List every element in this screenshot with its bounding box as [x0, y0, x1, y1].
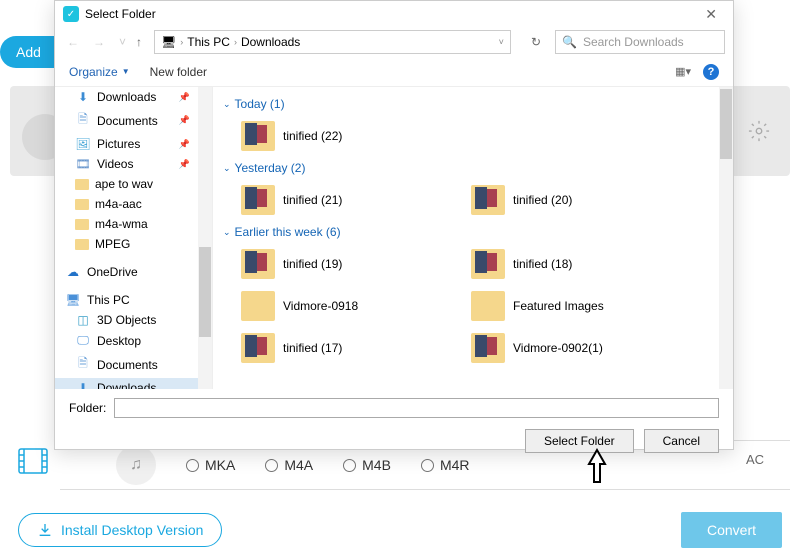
sidebar-item[interactable]: ◫3D Objects: [55, 310, 212, 330]
chevron-down-icon: ▼: [122, 67, 130, 76]
sidebar-item[interactable]: 🗎Documents: [55, 351, 212, 378]
cancel-button[interactable]: Cancel: [644, 429, 719, 453]
chevron-down-icon: ⌄: [223, 163, 231, 174]
chevron-right-icon: ›: [234, 37, 237, 47]
app-icon: ✓: [63, 6, 79, 22]
folder-item[interactable]: Vidmore-0902(1): [453, 327, 683, 369]
select-folder-dialog: ✓ Select Folder ✕ ← → ˅ ↑ 🖥 › This PC › …: [54, 0, 734, 450]
breadcrumb[interactable]: 🖥 › This PC › Downloads ˅: [154, 30, 511, 54]
convert-button[interactable]: Convert: [681, 512, 782, 548]
dialog-titlebar: ✓ Select Folder ✕: [55, 1, 733, 27]
film-icon: [18, 448, 48, 479]
sidebar-item[interactable]: m4a-aac: [55, 194, 212, 214]
up-icon[interactable]: ↑: [136, 35, 142, 49]
folder-item[interactable]: Featured Images: [453, 285, 683, 327]
sidebar-item[interactable]: ☁OneDrive: [55, 262, 212, 282]
folder-icon: [471, 291, 505, 321]
view-options-icon[interactable]: ▦▾: [675, 65, 691, 78]
folder-icon: [471, 333, 505, 363]
breadcrumb-item[interactable]: Downloads: [241, 35, 300, 49]
navigation-row: ← → ˅ ↑ 🖥 › This PC › Downloads ˅ ↻ 🔍 Se…: [55, 27, 733, 57]
chevron-down-icon: ⌄: [223, 99, 231, 110]
main-pane: ⌄ Today (1)tinified (22)⌄ Yesterday (2)t…: [213, 87, 733, 389]
refresh-icon[interactable]: ↻: [523, 35, 549, 49]
folder-input[interactable]: [114, 398, 719, 418]
folder-item[interactable]: tinified (21): [223, 179, 453, 221]
search-input[interactable]: 🔍 Search Downloads: [555, 30, 725, 54]
chevron-right-icon: ›: [180, 37, 183, 47]
chevron-down-icon: ⌄: [223, 227, 231, 238]
group-header[interactable]: ⌄ Earlier this week (6): [223, 221, 723, 243]
add-button[interactable]: Add: [0, 36, 57, 68]
group-header[interactable]: ⌄ Today (1): [223, 93, 723, 115]
scrollbar[interactable]: [719, 87, 733, 389]
recent-dropdown-icon[interactable]: ˅: [115, 33, 130, 51]
folder-row: Folder:: [55, 395, 733, 421]
gear-icon[interactable]: [748, 120, 770, 147]
folder-icon: [241, 249, 275, 279]
toolbar-row: Organize▼ New folder ▦▾ ?: [55, 57, 733, 87]
sidebar-item[interactable]: 🖼Pictures: [55, 134, 212, 154]
sidebar-item[interactable]: 🎞Videos: [55, 154, 212, 174]
folder-icon: [241, 291, 275, 321]
folder-item[interactable]: Vidmore-0918: [223, 285, 453, 327]
help-icon[interactable]: ?: [703, 64, 719, 80]
close-icon[interactable]: ✕: [697, 4, 725, 25]
scrollbar-thumb[interactable]: [720, 89, 732, 159]
sidebar-item[interactable]: ape to wav: [55, 174, 212, 194]
format-more-text: AC: [746, 452, 764, 467]
dialog-buttons: Select Folder Cancel: [55, 421, 733, 461]
folder-label: Folder:: [69, 401, 106, 415]
folder-item[interactable]: tinified (22): [223, 115, 453, 157]
search-icon: 🔍: [562, 35, 577, 49]
sidebar-item[interactable]: 🖵Desktop: [55, 330, 212, 351]
sidebar-item[interactable]: MPEG: [55, 234, 212, 254]
folder-icon: [241, 333, 275, 363]
sidebar-item[interactable]: 🗎Documents: [55, 107, 212, 134]
install-desktop-button[interactable]: Install Desktop Version: [18, 513, 222, 547]
folder-icon: [471, 249, 505, 279]
select-folder-button[interactable]: Select Folder: [525, 429, 634, 453]
sidebar-item[interactable]: ⬇Downloads: [55, 378, 212, 389]
sidebar: ⬇Downloads🗎Documents🖼Pictures🎞Videosape …: [55, 87, 213, 389]
folder-item[interactable]: tinified (17): [223, 327, 453, 369]
group-header[interactable]: ⌄ Yesterday (2): [223, 157, 723, 179]
folder-icon: [241, 121, 275, 151]
folder-icon: [471, 185, 505, 215]
content-area: ⬇Downloads🗎Documents🖼Pictures🎞Videosape …: [55, 87, 733, 389]
folder-item[interactable]: tinified (20): [453, 179, 683, 221]
sidebar-item[interactable]: 🖥This PC: [55, 290, 212, 310]
folder-item[interactable]: tinified (19): [223, 243, 453, 285]
new-folder-button[interactable]: New folder: [150, 65, 207, 79]
breadcrumb-item[interactable]: This PC: [187, 35, 230, 49]
sidebar-item[interactable]: ⬇Downloads: [55, 87, 212, 107]
sidebar-item[interactable]: m4a-wma: [55, 214, 212, 234]
forward-icon[interactable]: →: [89, 33, 109, 51]
back-icon[interactable]: ←: [63, 33, 83, 51]
folder-item[interactable]: tinified (18): [453, 243, 683, 285]
pc-icon: 🖥: [161, 35, 176, 49]
chevron-down-icon[interactable]: ˅: [499, 37, 504, 47]
dialog-title: Select Folder: [85, 7, 156, 21]
bottom-bar: Install Desktop Version Convert: [0, 502, 800, 558]
folder-icon: [241, 185, 275, 215]
organize-menu[interactable]: Organize▼: [69, 65, 130, 79]
scrollbar-thumb[interactable]: [199, 247, 211, 337]
scrollbar[interactable]: [198, 87, 212, 389]
